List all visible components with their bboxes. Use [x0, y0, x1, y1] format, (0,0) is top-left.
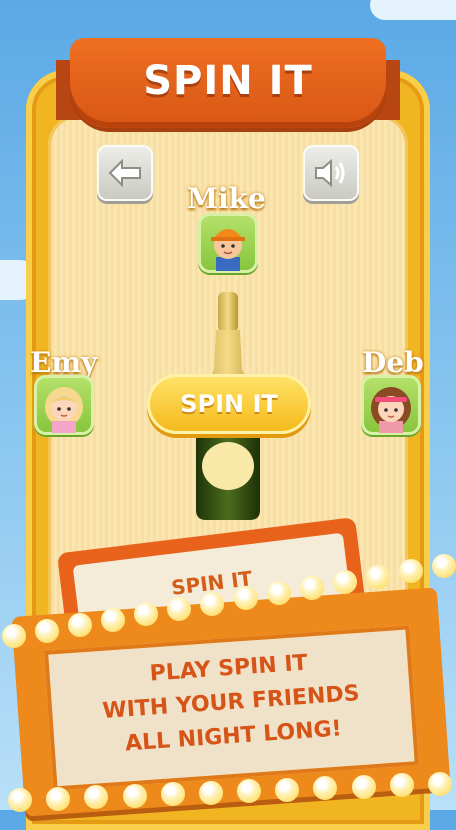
girl-headband-avatar-icon	[371, 387, 411, 433]
page-title: SPIN IT	[143, 58, 313, 104]
light-bulb	[200, 591, 225, 616]
light-bulb	[428, 772, 452, 796]
back-button[interactable]	[97, 145, 153, 201]
light-bulb	[365, 564, 390, 589]
speaker-icon	[315, 158, 345, 188]
light-bulb	[122, 783, 147, 808]
player-name: Mike	[187, 182, 266, 215]
back-arrow-icon	[108, 159, 141, 187]
blonde-girl-avatar-icon	[45, 387, 83, 433]
light-bulb	[8, 788, 32, 812]
light-bulb	[198, 780, 223, 805]
player-avatar-mike[interactable]	[198, 213, 258, 273]
title-ribbon: SPIN IT	[70, 38, 386, 128]
player-avatar-emy[interactable]	[34, 375, 94, 435]
cloud	[370, 0, 456, 20]
light-bulb	[432, 554, 456, 578]
sound-button[interactable]	[303, 145, 359, 201]
promo-panel: PLAY SPIN IT WITH YOUR FRIENDS ALL NIGHT…	[43, 625, 419, 791]
player-avatar-deb[interactable]	[361, 375, 421, 435]
light-bulb	[266, 580, 291, 605]
light-bulb	[233, 586, 258, 611]
light-bulb	[160, 782, 185, 807]
spin-button[interactable]: SPIN IT	[147, 374, 311, 434]
light-bulb	[351, 774, 376, 799]
light-bulb	[101, 607, 126, 632]
light-bulb	[332, 570, 357, 595]
light-bulb	[275, 777, 300, 802]
light-bulb	[35, 618, 60, 643]
light-bulb	[299, 575, 324, 600]
light-bulb	[2, 624, 26, 648]
boy-worker-avatar-icon	[211, 229, 245, 271]
light-bulb	[46, 786, 71, 811]
